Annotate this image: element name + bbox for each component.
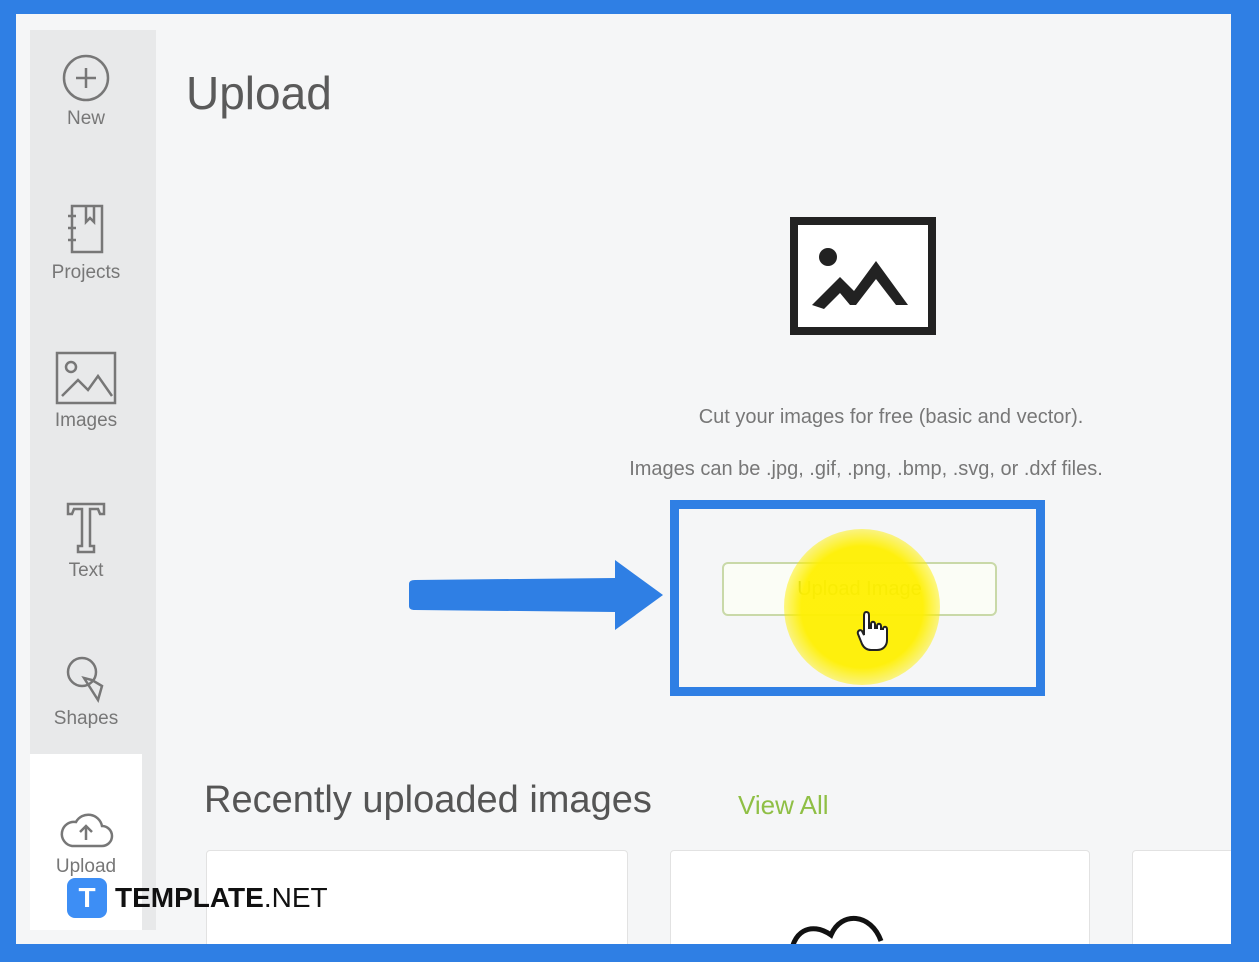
text-t-icon (66, 502, 106, 554)
sidebar-item-label: New (66, 108, 105, 129)
plus-circle-icon (62, 54, 110, 102)
notebook-icon (68, 204, 104, 254)
watermark-logo: T (67, 878, 107, 918)
highlight-box (670, 500, 1045, 696)
recent-uploads-heading: Recently uploaded images (204, 779, 652, 821)
sidebar-item-text[interactable]: Text (30, 500, 142, 582)
app-window: New Projects Images Text Shapes Upload U… (16, 14, 1231, 944)
recent-image-card[interactable] (670, 850, 1090, 944)
sidebar-item-label: Upload (55, 856, 117, 877)
upload-image-icon (790, 217, 936, 335)
page-title: Upload (186, 67, 332, 119)
image-icon (55, 351, 117, 405)
watermark: T TEMPLATE.NET (67, 878, 328, 918)
sidebar-item-label: Images (54, 410, 118, 431)
sidebar-item-projects[interactable]: Projects (30, 202, 142, 284)
description-line-1: Cut your images for free (basic and vect… (698, 406, 1084, 428)
sidebar: New Projects Images Text Shapes Upload (30, 30, 156, 930)
shapes-icon (66, 656, 104, 704)
thumbnail-drawing (790, 916, 884, 944)
recent-image-card[interactable] (1132, 850, 1231, 944)
sidebar-item-label: Text (68, 560, 104, 581)
sidebar-item-upload[interactable]: Upload (30, 806, 142, 878)
cloud-upload-icon (60, 813, 114, 848)
sidebar-item-label: Projects (51, 262, 121, 283)
description-line-2: Images can be .jpg, .gif, .png, .bmp, .s… (629, 458, 1103, 480)
sidebar-item-label: Shapes (53, 708, 119, 729)
sidebar-item-new[interactable]: New (30, 52, 142, 130)
sidebar-item-images[interactable]: Images (30, 350, 142, 432)
watermark-text: TEMPLATE.NET (115, 882, 328, 913)
sidebar-item-shapes[interactable]: Shapes (30, 652, 142, 730)
view-all-link[interactable]: View All (738, 790, 829, 821)
pointer-arrow-icon (409, 560, 663, 630)
main-content: Upload Cut your images for free (basic a… (156, 14, 1231, 944)
